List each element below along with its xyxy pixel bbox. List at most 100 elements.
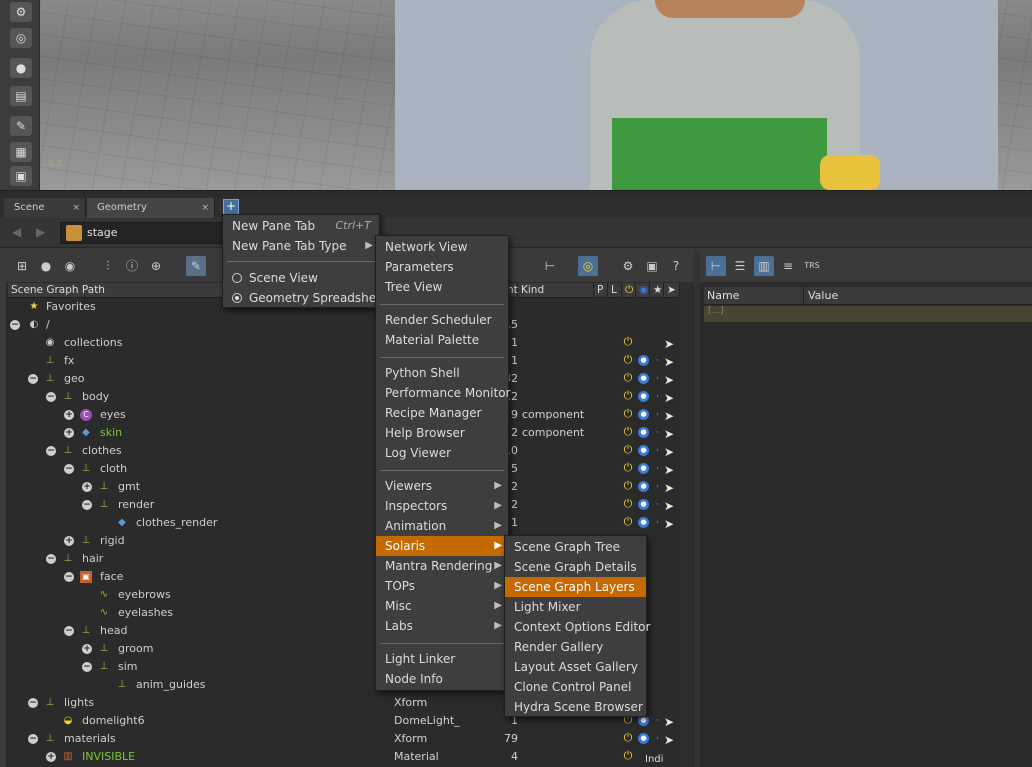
menu-item-node-info[interactable]: Node Info [376, 669, 508, 689]
new-pane-tab-type-item[interactable]: New Pane Tab Type ▶ [223, 236, 379, 256]
primitive-icon[interactable]: ● [36, 256, 56, 276]
close-icon[interactable]: × [201, 198, 209, 218]
select-icon[interactable]: ➤ [664, 461, 674, 477]
filter-icon[interactable]: ⫶ [98, 256, 118, 276]
menu-item-context-options-editor[interactable]: Context Options Editor [505, 617, 650, 637]
menu-item-hydra-scene-browser[interactable]: Hydra Scene Browser [505, 697, 646, 717]
brush-icon[interactable]: ✎ [10, 116, 32, 136]
select-icon[interactable]: ➤ [664, 407, 674, 423]
scene-icon[interactable]: ⊞ [12, 256, 32, 276]
lock-icon[interactable]: ▣ [642, 256, 662, 276]
select-icon[interactable]: ➤ [664, 353, 674, 369]
visibility-icon[interactable]: ● [638, 499, 649, 510]
header-l[interactable]: L [608, 283, 622, 298]
collapse-icon[interactable]: − [82, 662, 92, 672]
select-icon[interactable]: ➤ [664, 731, 674, 747]
tree-row[interactable]: ◉ collections 1 ⏻ ➤ [8, 334, 680, 352]
search-icon[interactable]: ⊕ [146, 256, 166, 276]
visibility-icon[interactable]: ● [638, 391, 649, 402]
ruler-icon[interactable]: ▤ [10, 86, 32, 106]
collapse-icon[interactable]: − [10, 320, 20, 330]
header-power-icon[interactable]: ⏻ [622, 283, 636, 298]
new-pane-tab-item[interactable]: New Pane Tab Ctrl+T [223, 216, 379, 236]
tree-row[interactable]: − ⊥ clothes .0 ⏻ ● · ➤ [8, 442, 680, 460]
power-icon[interactable]: ⏻ [622, 444, 634, 456]
collapse-icon[interactable]: − [28, 734, 38, 744]
menu-item-scene-graph-layers[interactable]: Scene Graph Layers [505, 577, 646, 597]
collapse-icon[interactable]: − [82, 500, 92, 510]
list-icon[interactable]: ☰ [730, 256, 750, 276]
visibility-icon[interactable]: ● [638, 427, 649, 438]
tree-row[interactable]: + C eyes 9 component ⏻ ● · ➤ [8, 406, 680, 424]
header-star-icon[interactable]: ★ [650, 283, 664, 298]
menu-item-clone-control-panel[interactable]: Clone Control Panel [505, 677, 646, 697]
power-icon[interactable]: ⏻ [622, 498, 634, 510]
purpose-icon[interactable]: ◉ [60, 256, 80, 276]
menu-item-labs[interactable]: Labs ▶ [376, 616, 508, 636]
select-icon[interactable]: ➤ [664, 425, 674, 441]
layer-icon[interactable]: ▦ [10, 142, 32, 162]
visibility-icon[interactable]: ● [638, 445, 649, 456]
camera-icon[interactable]: ◎ [10, 28, 32, 48]
hierarchy-icon[interactable]: ⊢ [540, 256, 560, 276]
menu-item-performance-monitor[interactable]: Performance Monitor [376, 383, 510, 403]
path-field[interactable] [60, 222, 230, 244]
scene-view-radio-item[interactable]: Scene View [223, 268, 379, 288]
menu-item-light-linker[interactable]: Light Linker [376, 649, 508, 669]
header-select-icon[interactable]: ➤ [664, 283, 680, 298]
hierarchy-icon[interactable]: ⊢ [706, 256, 726, 276]
transform-icon[interactable]: TRS [802, 256, 822, 276]
power-icon[interactable]: ⏻ [622, 354, 634, 366]
expand-icon[interactable]: + [82, 482, 92, 492]
tree-row[interactable]: − ⊥ geo 32 ⏻ ● · ➤ [8, 370, 680, 388]
select-icon[interactable]: ➤ [664, 515, 674, 531]
visibility-icon[interactable]: ● [638, 517, 649, 528]
visibility-icon[interactable]: ● [638, 409, 649, 420]
collapse-icon[interactable]: − [46, 392, 56, 402]
menu-item-log-viewer[interactable]: Log Viewer [376, 443, 508, 463]
tab-geometry-spreadsheet[interactable]: Geometry Spreadsheet × [87, 198, 215, 233]
power-icon[interactable]: ⏻ [622, 480, 634, 492]
add-tab-button[interactable]: + [223, 199, 239, 215]
menu-item-recipe-manager[interactable]: Recipe Manager [376, 403, 508, 423]
tree-row[interactable]: + ▥ INVISIBLE Material 4 ⏻ [8, 748, 680, 766]
menu-item-render-gallery[interactable]: Render Gallery [505, 637, 646, 657]
collapse-icon[interactable]: − [28, 698, 38, 708]
power-icon[interactable]: ⏻ [622, 750, 634, 762]
light-icon[interactable]: ● [10, 58, 32, 78]
tree-row[interactable]: + ◆ skin 2 component ⏻ ● · ➤ [8, 424, 680, 442]
forward-arrow-icon[interactable]: ▶ [36, 225, 45, 239]
gear-icon[interactable]: ⚙ [618, 256, 638, 276]
header-p[interactable]: P [594, 283, 608, 298]
pane-divider[interactable] [0, 190, 1032, 198]
tree-row[interactable]: ⊥ fx 1 ⏻ ● · ➤ [8, 352, 680, 370]
menu-item-network-view[interactable]: Network View [376, 237, 508, 257]
select-icon[interactable]: ➤ [664, 389, 674, 405]
tree-row[interactable]: − ⊥ render 2 ⏻ ● · ➤ [8, 496, 680, 514]
column-divider[interactable] [803, 287, 804, 305]
menu-item-scene-graph-details[interactable]: Scene Graph Details [505, 557, 646, 577]
tree-row[interactable]: − ⊥ body .2 ⏻ ● · ➤ [8, 388, 680, 406]
expand-icon[interactable]: + [46, 752, 56, 762]
tree-scrollbar[interactable] [680, 283, 692, 767]
menu-item-tree-view[interactable]: Tree View [376, 277, 508, 297]
close-icon[interactable]: × [72, 198, 80, 218]
name-column-header[interactable]: Name [707, 289, 739, 302]
value-column-header[interactable]: Value [808, 289, 838, 302]
3d-viewport[interactable]: ⚙ ◎ ● ▤ ✎ ▦ ▣ ⊾z [0, 0, 1032, 190]
menu-item-viewers[interactable]: Viewers ▶ [376, 476, 508, 496]
power-icon[interactable]: ⏻ [622, 462, 634, 474]
menu-item-tops[interactable]: TOPs ▶ [376, 576, 508, 596]
power-icon[interactable]: ⏻ [622, 516, 634, 528]
tree-row[interactable]: + ⊥ gmt 2 ⏻ ● · ➤ [8, 478, 680, 496]
collapse-icon[interactable]: − [64, 626, 74, 636]
collapse-icon[interactable]: − [46, 446, 56, 456]
menu-item-layout-asset-gallery[interactable]: Layout Asset Gallery [505, 657, 646, 677]
visibility-icon[interactable]: ● [638, 373, 649, 384]
menu-item-render-scheduler[interactable]: Render Scheduler [376, 310, 508, 330]
selected-row[interactable] [704, 306, 1032, 322]
power-icon[interactable]: ⏻ [622, 426, 634, 438]
tree-row[interactable]: ◆ clothes_render 1 ⏻ ● · ➤ [8, 514, 680, 532]
target-icon[interactable]: ◎ [578, 256, 598, 276]
select-icon[interactable]: ➤ [664, 371, 674, 387]
